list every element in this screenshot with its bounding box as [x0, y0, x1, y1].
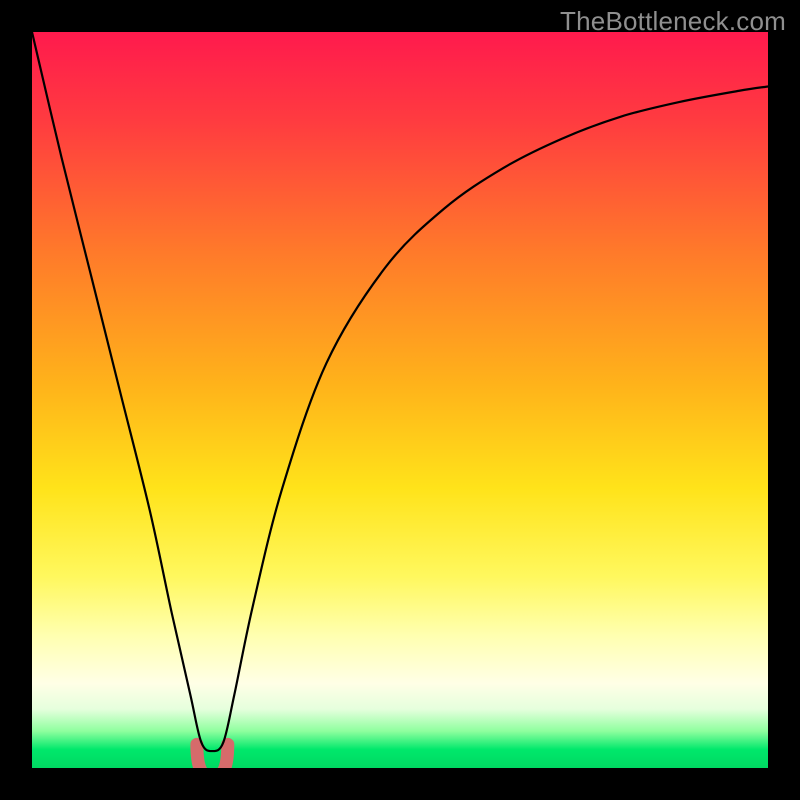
gradient-background [32, 32, 768, 768]
watermark-text: TheBottleneck.com [560, 6, 786, 37]
chart-frame: TheBottleneck.com [0, 0, 800, 800]
plot-area [32, 32, 768, 768]
bottleneck-plot-svg [32, 32, 768, 768]
